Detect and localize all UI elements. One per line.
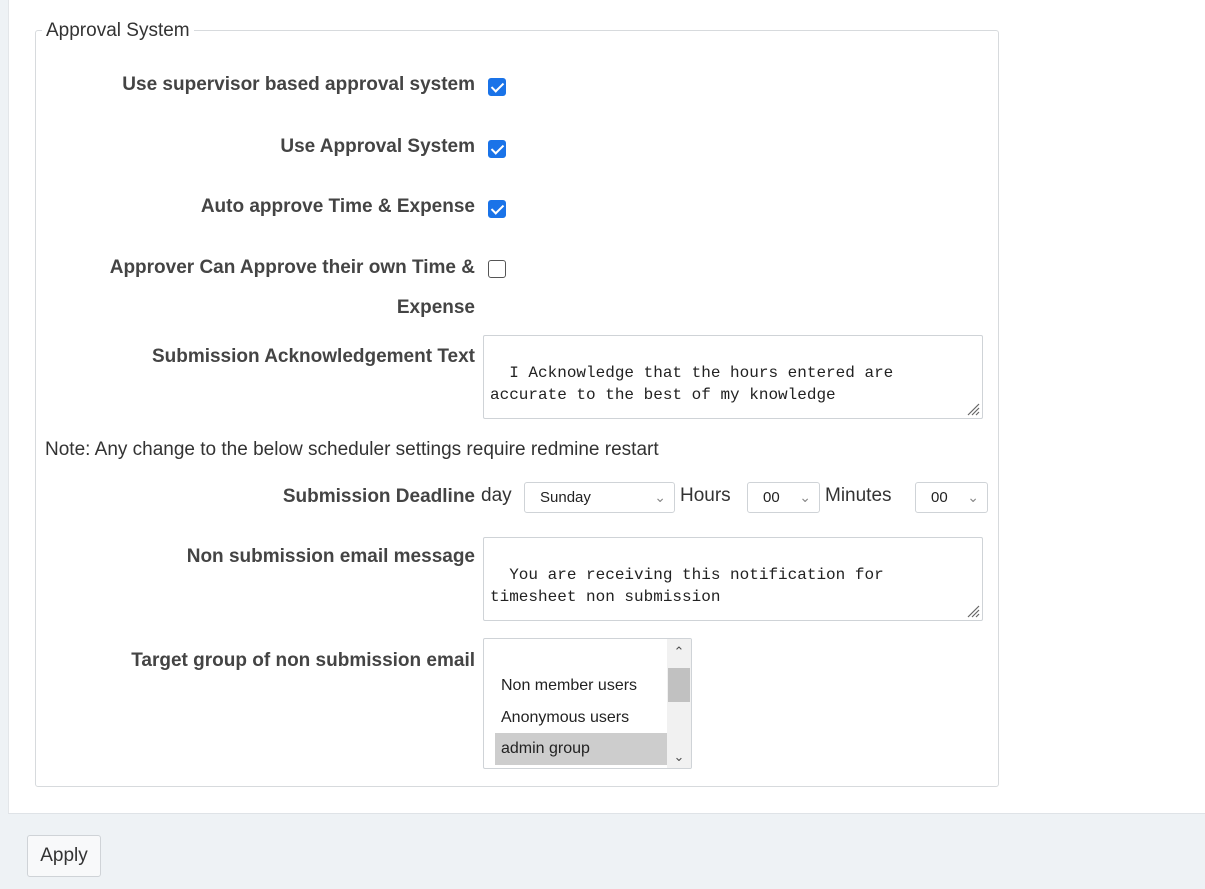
scroll-down-icon[interactable]: ⌄ — [667, 746, 691, 768]
supervisor-approval-label: Use supervisor based approval system — [122, 74, 475, 95]
chevron-down-icon: ⌄ — [799, 489, 811, 505]
listbox-scrollbar[interactable]: ⌃ ⌄ — [667, 639, 691, 768]
supervisor-approval-checkbox[interactable] — [488, 78, 506, 96]
own-approve-checkbox[interactable] — [488, 260, 506, 278]
ack-text-label: Submission Acknowledgement Text — [151, 346, 475, 367]
apply-button[interactable]: Apply — [27, 835, 101, 877]
hours-select[interactable]: 00 ⌄ — [747, 482, 820, 513]
fieldset-legend: Approval System — [42, 19, 194, 43]
chevron-down-icon: ⌄ — [967, 489, 979, 505]
day-select-value: Sunday — [540, 489, 591, 506]
minutes-select-value: 00 — [931, 489, 948, 506]
ack-text-value: I Acknowledge that the hours entered are… — [490, 364, 894, 404]
target-group-label: Target group of non submission email — [131, 650, 475, 671]
minutes-label: Minutes — [825, 485, 892, 506]
day-select[interactable]: Sunday ⌄ — [524, 482, 675, 513]
list-item[interactable]: admin group — [495, 733, 667, 765]
chevron-down-icon: ⌄ — [654, 489, 666, 505]
email-message-value: You are receiving this notification for … — [490, 566, 884, 606]
own-approve-label: Approver Can Approve their own Time & — [109, 257, 475, 278]
auto-approve-checkbox[interactable] — [488, 200, 506, 218]
list-item[interactable]: Non member users — [495, 670, 667, 702]
scheduler-note: Note: Any change to the below scheduler … — [45, 439, 659, 460]
scroll-thumb[interactable] — [668, 668, 690, 702]
hours-label: Hours — [680, 485, 731, 506]
deadline-label: Submission Deadline — [282, 486, 475, 507]
use-approval-checkbox[interactable] — [488, 140, 506, 158]
scroll-up-icon[interactable]: ⌃ — [667, 641, 691, 663]
email-message-label: Non submission email message — [186, 546, 475, 567]
ack-text-textarea[interactable]: I Acknowledge that the hours entered are… — [483, 335, 983, 419]
day-label: day — [481, 485, 512, 506]
auto-approve-label: Auto approve Time & Expense — [200, 196, 475, 217]
resize-handle-icon[interactable] — [966, 604, 980, 618]
email-message-textarea[interactable]: You are receiving this notification for … — [483, 537, 983, 621]
target-group-listbox[interactable]: Non member users Anonymous users admin g… — [483, 638, 692, 769]
minutes-select[interactable]: 00 ⌄ — [915, 482, 988, 513]
own-approve-label-continued: Expense — [396, 297, 475, 318]
hours-select-value: 00 — [763, 489, 780, 506]
resize-handle-icon[interactable] — [966, 402, 980, 416]
list-item[interactable]: Anonymous users — [495, 702, 667, 734]
use-approval-label: Use Approval System — [280, 136, 475, 157]
